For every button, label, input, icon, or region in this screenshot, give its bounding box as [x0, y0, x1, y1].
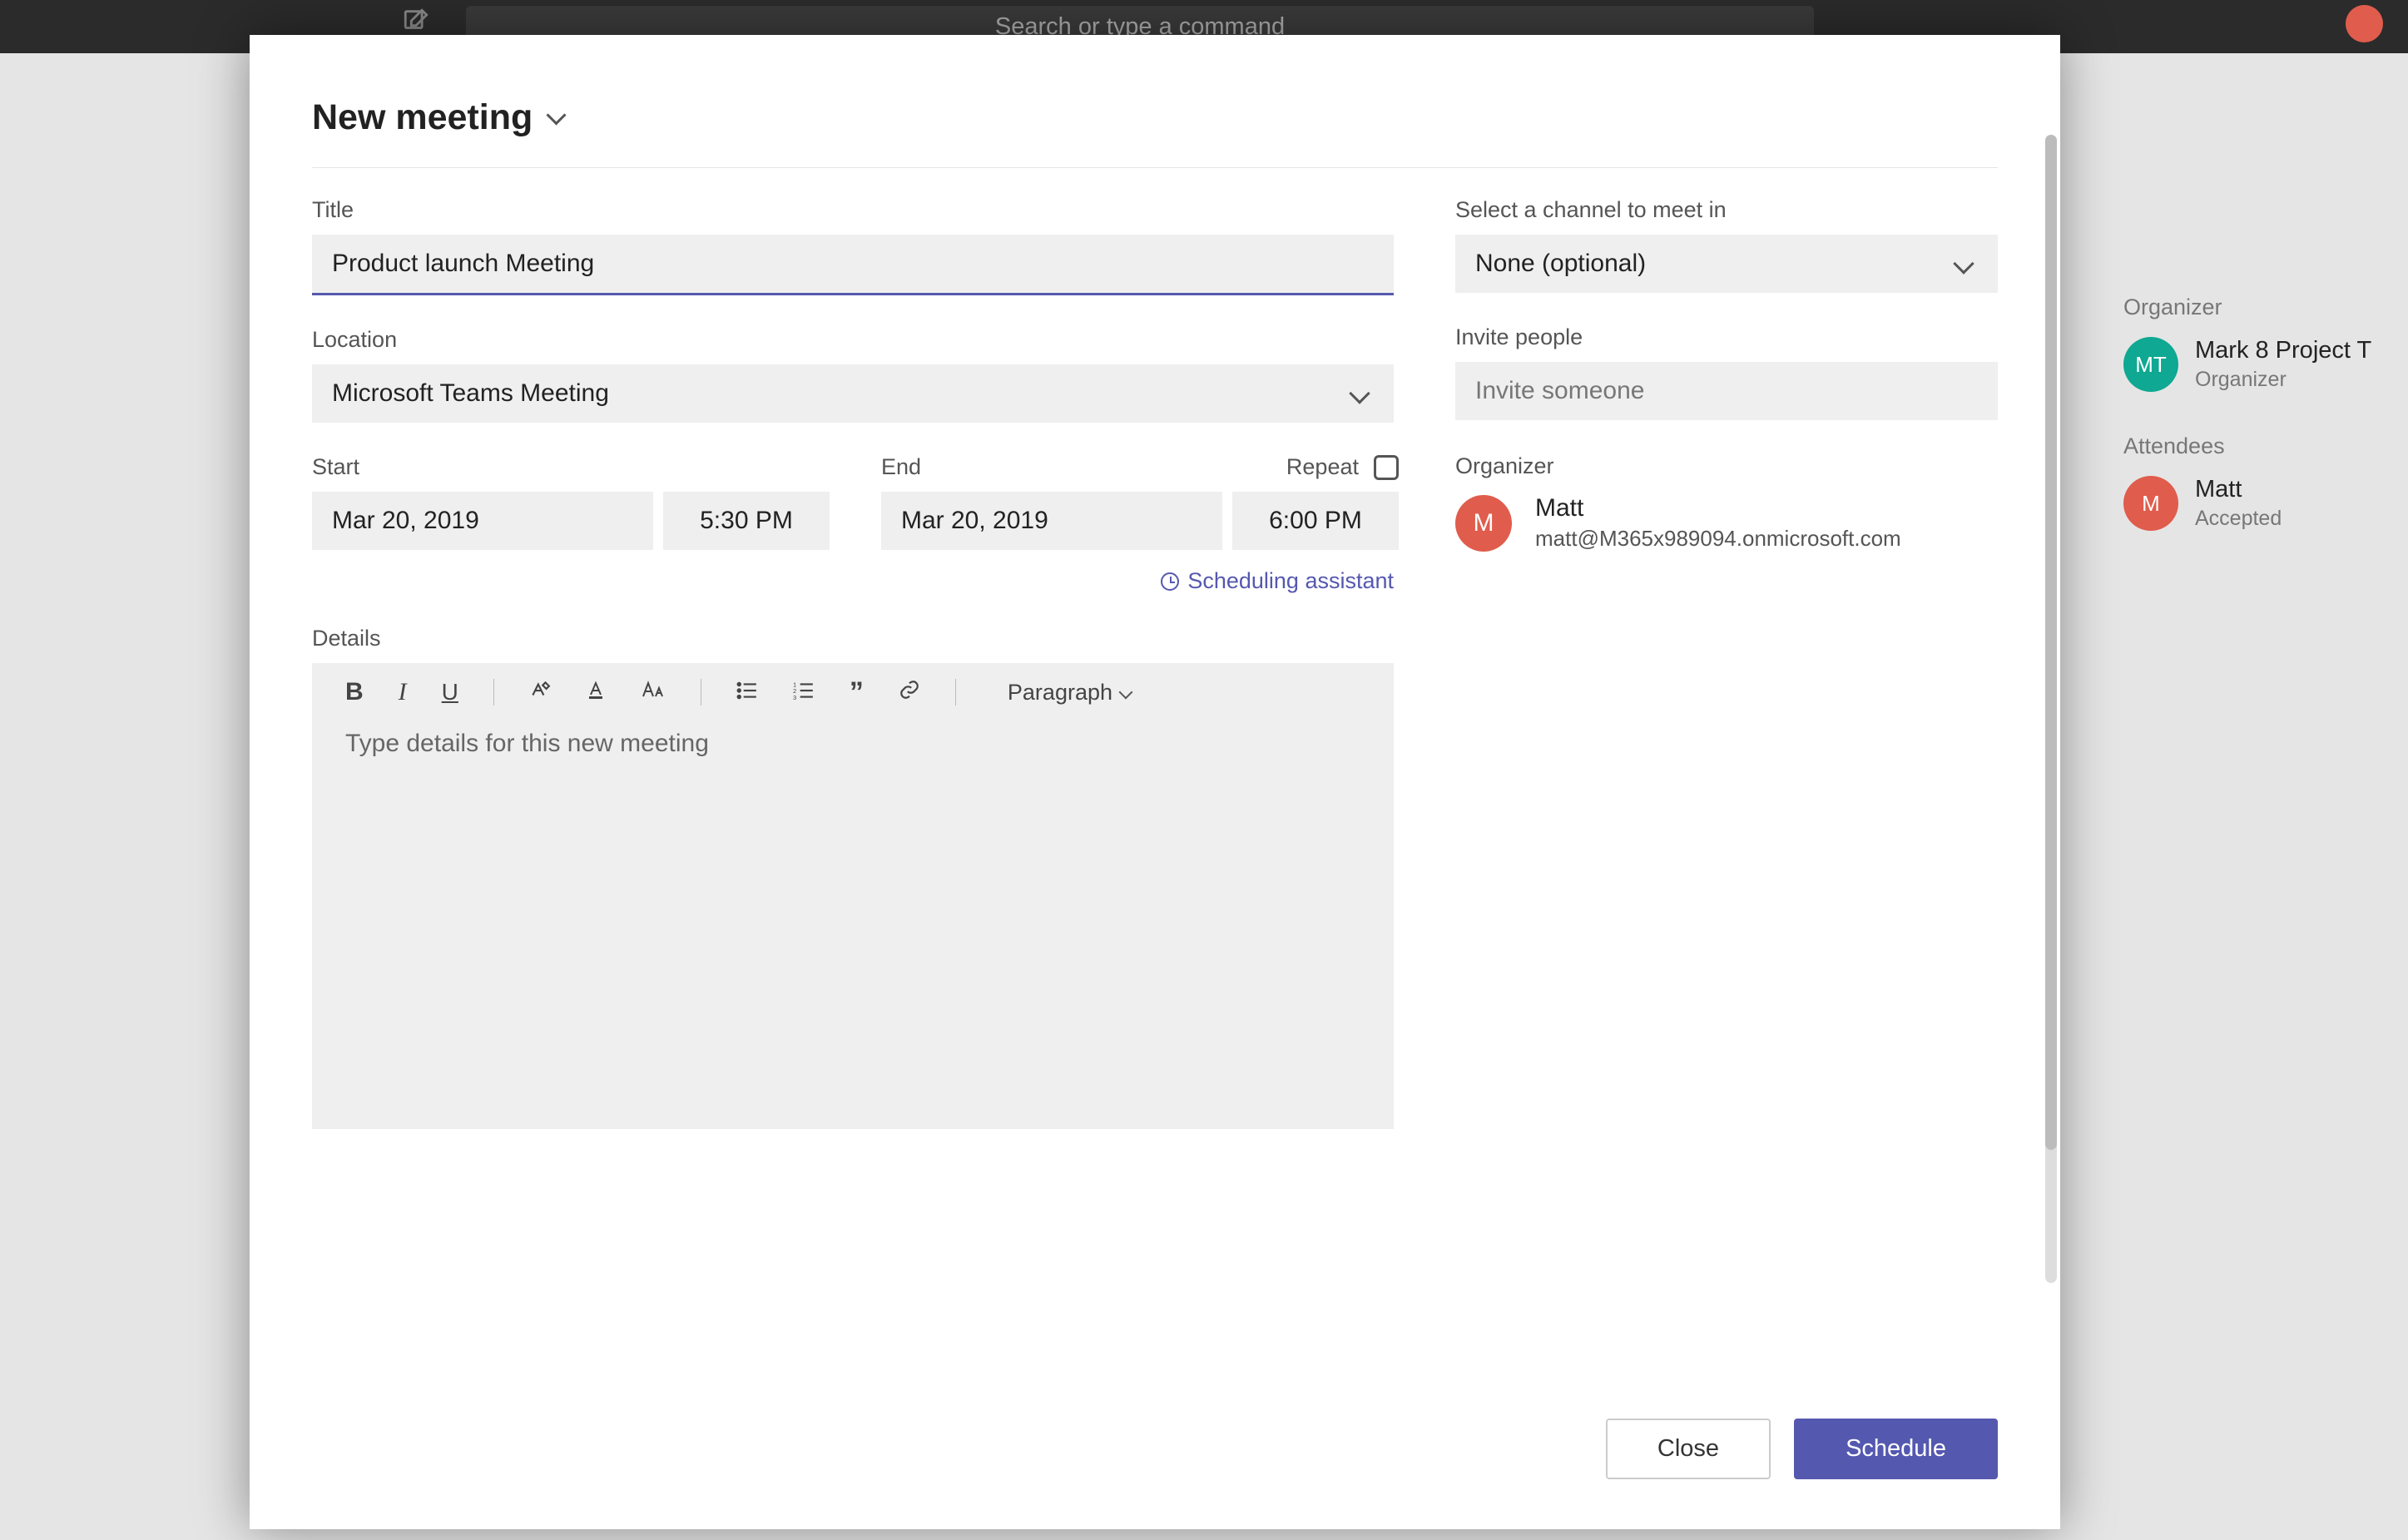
start-label: Start [312, 454, 830, 480]
italic-button[interactable]: I [399, 678, 407, 706]
invite-label: Invite people [1455, 324, 1998, 350]
font-color-button[interactable] [586, 679, 606, 706]
editor-toolbar: B I U 123 ” [312, 663, 1394, 721]
end-time-input[interactable]: 6:00 PM [1232, 492, 1399, 550]
underline-button[interactable]: U [442, 679, 458, 706]
bullet-list-button[interactable] [736, 679, 758, 706]
chevron-down-icon [1349, 383, 1370, 404]
end-date-input[interactable]: Mar 20, 2019 [881, 492, 1222, 550]
link-button[interactable] [899, 679, 920, 706]
channel-label: Select a channel to meet in [1455, 197, 1998, 223]
repeat-label: Repeat [1286, 454, 1359, 480]
modal-header: New meeting [312, 97, 1998, 168]
organizer-name: Matt [1535, 494, 1901, 522]
sidebar-att-sub: Accepted [2195, 507, 2282, 531]
channel-value: None (optional) [1475, 250, 1646, 278]
new-meeting-modal: New meeting Title Location Microsoft Tea… [250, 35, 2060, 1529]
organizer-label: Organizer [1455, 453, 1998, 479]
scrollbar[interactable] [2045, 135, 2057, 1283]
details-label: Details [312, 626, 1394, 651]
avatar-icon: M [2123, 476, 2178, 531]
chevron-down-icon[interactable] [549, 108, 569, 128]
chevron-down-icon [1119, 686, 1133, 700]
sidebar-org-sub: Organizer [2195, 368, 2371, 392]
paragraph-dropdown[interactable]: Paragraph [1008, 680, 1131, 706]
numbered-list-button[interactable]: 123 [793, 679, 815, 706]
sidebar-organizer-row[interactable]: MT Mark 8 Project T Organizer [2123, 337, 2383, 392]
meeting-sidebar: Organizer MT Mark 8 Project T Organizer … [2100, 53, 2408, 1468]
separator [493, 679, 494, 706]
repeat-checkbox[interactable] [1374, 455, 1399, 480]
channel-select[interactable]: None (optional) [1455, 235, 1998, 293]
scheduling-assistant-link[interactable]: Scheduling assistant [312, 568, 1394, 594]
separator [955, 679, 956, 706]
user-avatar[interactable] [2346, 5, 2383, 42]
svg-text:3: 3 [793, 694, 796, 700]
location-value: Microsoft Teams Meeting [332, 379, 609, 408]
start-date-input[interactable]: Mar 20, 2019 [312, 492, 653, 550]
invite-input[interactable]: Invite someone [1455, 362, 1998, 420]
title-label: Title [312, 197, 1394, 223]
sidebar-organizer-label: Organizer [2123, 295, 2383, 320]
sidebar-att-name: Matt [2195, 476, 2282, 503]
clock-icon [1161, 572, 1179, 591]
bold-button[interactable]: B [345, 678, 364, 706]
details-placeholder: Type details for this new meeting [312, 721, 1394, 766]
close-button[interactable]: Close [1606, 1419, 1771, 1479]
schedule-button[interactable]: Schedule [1794, 1419, 1998, 1479]
modal-title: New meeting [312, 97, 533, 138]
sidebar-attendees-label: Attendees [2123, 433, 2383, 459]
start-time-input[interactable]: 5:30 PM [663, 492, 830, 550]
location-label: Location [312, 327, 1394, 353]
avatar-icon: MT [2123, 337, 2178, 392]
modal-footer: Close Schedule [250, 1385, 2060, 1529]
chevron-down-icon [1953, 253, 1974, 274]
title-input[interactable] [312, 235, 1394, 295]
avatar-icon: M [1455, 495, 1512, 552]
sidebar-org-name: Mark 8 Project T [2195, 337, 2371, 364]
quote-button[interactable]: ” [850, 676, 864, 709]
location-select[interactable]: Microsoft Teams Meeting [312, 364, 1394, 423]
sidebar-attendee-row[interactable]: M Matt Accepted [2123, 476, 2383, 531]
details-editor[interactable]: B I U 123 ” [312, 663, 1394, 1129]
highlight-button[interactable] [529, 679, 551, 706]
end-label: End [881, 454, 921, 480]
font-size-button[interactable] [641, 679, 666, 706]
organizer-email: matt@M365x989094.onmicrosoft.com [1535, 526, 1901, 552]
organizer-row: M Matt matt@M365x989094.onmicrosoft.com [1455, 494, 1998, 552]
